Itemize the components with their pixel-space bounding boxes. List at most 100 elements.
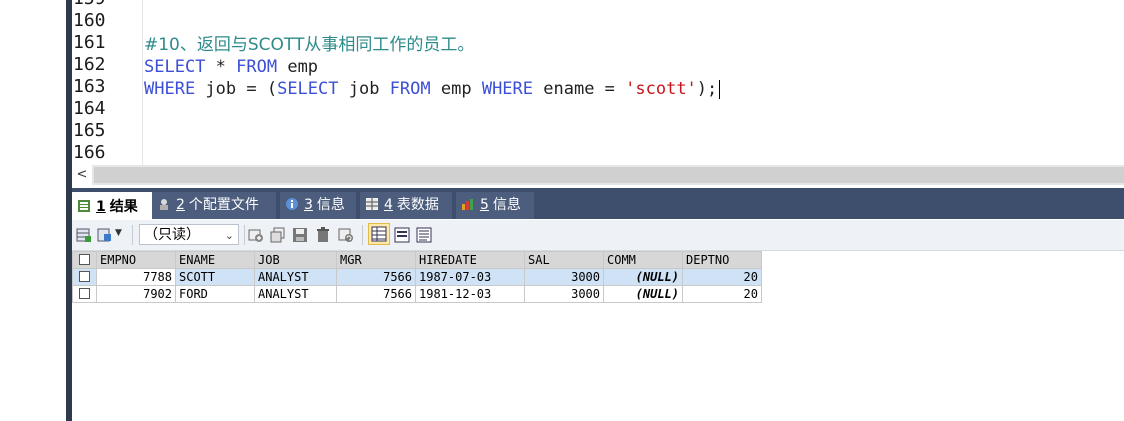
table-cell[interactable]: 1981-12-03	[415, 285, 525, 303]
tab-profiles[interactable]: 2 个配置文件	[152, 192, 276, 219]
save-icon[interactable]	[292, 227, 308, 243]
table-cell[interactable]: 20	[682, 285, 762, 303]
export-menu-icon[interactable]	[97, 227, 113, 243]
line-number: 161	[73, 32, 106, 53]
sql-editor[interactable]: 159 160 161 162 163 164 165 166 #10、返回与S…	[72, 0, 1124, 165]
info-chart-icon	[462, 199, 473, 210]
result-grid: EMPNO ENAME JOB MGR HIREDATE SAL COMM DE…	[72, 251, 762, 303]
grid-header-row: EMPNO ENAME JOB MGR HIREDATE SAL COMM DE…	[72, 251, 762, 269]
table-cell[interactable]: 3000	[524, 268, 604, 286]
table-cell[interactable]: 1987-07-03	[415, 268, 525, 286]
horizontal-scrollbar[interactable]: <	[72, 165, 1124, 185]
table-cell[interactable]: 3000	[524, 285, 604, 303]
sql-text: job = (	[195, 79, 278, 99]
code-line-comment: #10、返回与SCOTT从事相同工作的员工。	[144, 34, 474, 56]
tab-number: 2	[176, 197, 185, 213]
table-row[interactable]: 7788 SCOTT ANALYST 7566 1987-07-03 3000 …	[72, 268, 762, 286]
text-view-icon[interactable]	[416, 227, 432, 243]
column-header[interactable]: COMM	[603, 251, 683, 269]
tab-info[interactable]: 5 信息	[456, 192, 534, 219]
sql-text: emp	[430, 79, 482, 99]
column-header[interactable]: HIREDATE	[415, 251, 525, 269]
select-all-cell[interactable]	[72, 251, 97, 269]
text-caret	[719, 79, 721, 99]
left-margin	[0, 0, 66, 421]
table-cell[interactable]: 20	[682, 268, 762, 286]
scroll-left-arrow[interactable]: <	[72, 165, 92, 185]
tab-label: 信息	[316, 197, 345, 213]
tab-number: 5	[480, 197, 489, 213]
grid-view-toggle[interactable]	[368, 223, 390, 245]
table-row[interactable]: 7902 FORD ANALYST 7566 1981-12-03 3000 (…	[72, 285, 762, 303]
result-toolbar: ▼ （只读） ⌄	[72, 220, 1124, 251]
table-cell[interactable]: ANALYST	[254, 285, 337, 303]
sql-text: *	[205, 57, 237, 77]
chevron-down-icon: ⌄	[224, 229, 234, 242]
scrollbar-thumb[interactable]	[94, 167, 1124, 183]
line-number: 159	[73, 0, 133, 10]
table-cell[interactable]: SCOTT	[175, 268, 255, 286]
table-cell[interactable]: (NULL)	[603, 285, 683, 303]
sql-comment: #10、返回与SCOTT从事相同工作的员工。	[144, 35, 475, 55]
table-cell[interactable]: FORD	[175, 285, 255, 303]
chevron-down-icon[interactable]: ▼	[115, 228, 122, 238]
tab-messages[interactable]: 3 信息	[280, 192, 356, 219]
grid-results-icon	[78, 200, 90, 212]
table-cell[interactable]: ANALYST	[254, 268, 337, 286]
table-cell[interactable]: 7902	[96, 285, 176, 303]
line-number: 164	[73, 98, 106, 119]
delete-icon[interactable]	[315, 227, 331, 243]
tab-number: 4	[384, 197, 393, 213]
tab-table-data[interactable]: 4 表数据	[360, 192, 452, 219]
toolbar-divider	[362, 225, 363, 245]
column-header[interactable]: ENAME	[175, 251, 255, 269]
export-grid-icon[interactable]	[76, 227, 92, 243]
column-header[interactable]: JOB	[254, 251, 337, 269]
line-number-gutter: 159 160 161 162 163 164 165 166	[72, 0, 142, 165]
code-line-select: SELECT * FROM emp	[144, 56, 318, 78]
column-header[interactable]: EMPNO	[96, 251, 176, 269]
column-header[interactable]: SAL	[524, 251, 604, 269]
sql-keyword: FROM	[389, 79, 431, 99]
sql-text: );	[696, 79, 718, 99]
line-number: 166	[73, 142, 106, 163]
column-header[interactable]: MGR	[336, 251, 416, 269]
table-icon	[366, 198, 378, 210]
row-select-cell[interactable]	[72, 285, 97, 303]
table-cell[interactable]: 7566	[336, 268, 416, 286]
row-select-cell[interactable]	[72, 268, 97, 286]
duplicate-row-icon[interactable]	[270, 227, 286, 243]
line-number: 165	[73, 120, 106, 141]
table-cell[interactable]: 7566	[336, 285, 416, 303]
tab-label: 表数据	[396, 197, 439, 213]
mode-select-value: （只读）	[144, 227, 200, 243]
form-view-icon[interactable]	[394, 227, 410, 243]
line-number: 160	[73, 10, 106, 31]
sql-string: 'scott'	[625, 79, 697, 99]
info-icon	[286, 198, 298, 210]
row-checkbox[interactable]	[79, 288, 90, 299]
select-all-checkbox[interactable]	[79, 254, 90, 265]
sql-keyword: WHERE	[481, 79, 534, 99]
sql-keyword: SELECT	[144, 57, 206, 77]
toolbar-divider	[244, 225, 245, 245]
row-checkbox[interactable]	[79, 271, 90, 282]
tab-label: 结果	[109, 199, 138, 215]
result-tab-bar: 1 结果 2 个配置文件 3 信息 4 表数据 5 信息	[72, 188, 1124, 219]
line-number: 163	[73, 76, 106, 97]
sql-text: emp	[277, 57, 319, 77]
add-row-icon[interactable]	[248, 227, 264, 243]
sql-text: ename =	[533, 79, 626, 99]
table-cell[interactable]: (NULL)	[603, 268, 683, 286]
refresh-icon[interactable]	[338, 227, 354, 243]
column-header[interactable]: DEPTNO	[682, 251, 762, 269]
tab-number: 3	[304, 197, 313, 213]
line-number: 162	[73, 54, 106, 75]
toolbar-divider	[132, 225, 133, 245]
tab-results[interactable]: 1 结果	[72, 192, 152, 219]
sql-keyword: FROM	[236, 57, 278, 77]
table-cell[interactable]: 7788	[96, 268, 176, 286]
sql-keyword: WHERE	[144, 79, 196, 99]
read-only-mode-select[interactable]: （只读） ⌄	[139, 224, 239, 245]
code-line-where: WHERE job = (SELECT job FROM emp WHERE e…	[144, 78, 721, 100]
